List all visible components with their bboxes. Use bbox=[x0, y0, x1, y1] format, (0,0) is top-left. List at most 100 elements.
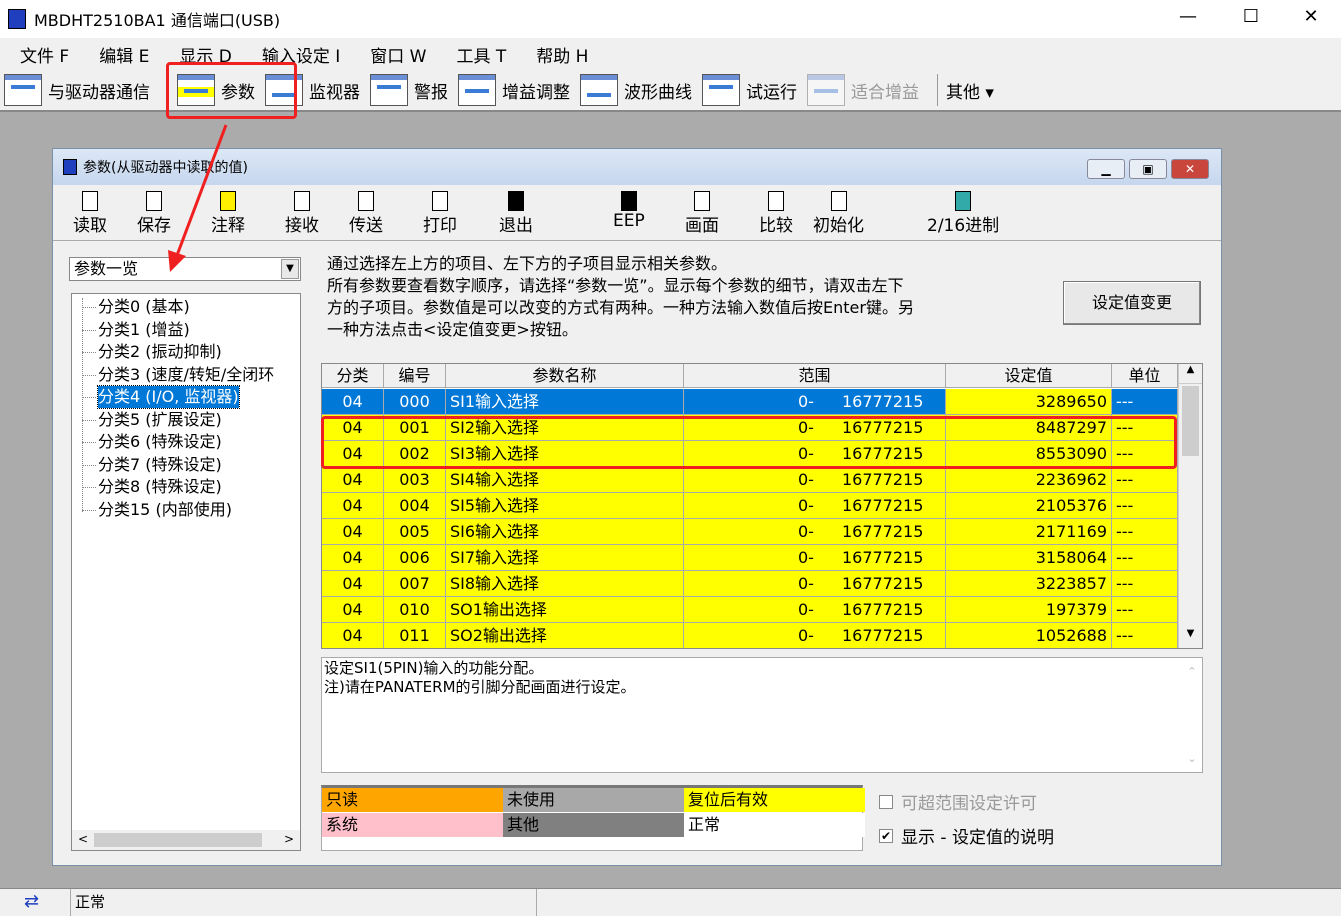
column-header[interactable]: 设定值 bbox=[946, 364, 1112, 388]
toolbar-button-7[interactable]: 适合增益 bbox=[807, 74, 919, 106]
tool-7[interactable]: EEP bbox=[613, 191, 645, 231]
toolbar-button-2[interactable]: 监视器 bbox=[265, 74, 360, 106]
toolbar-button-4[interactable]: 增益调整 bbox=[458, 74, 570, 106]
menu-item[interactable]: 文件 F bbox=[20, 42, 69, 67]
cell-value[interactable]: 3289650 bbox=[946, 389, 1112, 415]
range-max: 16777215 bbox=[841, 522, 924, 541]
chevron-down-icon[interactable]: ▼ bbox=[281, 259, 299, 279]
toolbar-button-1[interactable]: 参数 bbox=[177, 74, 255, 106]
tool-0[interactable]: 读取 bbox=[73, 191, 107, 236]
category-combo[interactable]: 参数一览 ▼ bbox=[69, 257, 301, 281]
close-button[interactable]: ✕ bbox=[1288, 6, 1334, 27]
cell-number: 002 bbox=[384, 441, 446, 467]
child-maximize-button[interactable]: ▣ bbox=[1129, 159, 1167, 179]
tool-icon bbox=[432, 191, 448, 211]
table-row[interactable]: 04 011 SO2输出选择 0- 16777215 1052688 --- bbox=[322, 623, 1178, 648]
tree-item[interactable]: 分类4 (I/O, 监视器) bbox=[97, 385, 240, 409]
column-header[interactable]: 参数名称 bbox=[446, 364, 684, 388]
parameter-detail[interactable]: 设定SI1(5PIN)输入的功能分配。 注)请在PANATERM的引脚分配画面进行… bbox=[321, 657, 1203, 773]
cell-value[interactable]: 2105376 bbox=[946, 493, 1112, 519]
cell-number: 003 bbox=[384, 467, 446, 493]
tool-icon bbox=[294, 191, 310, 211]
tree-item[interactable]: 分类0 (基本) bbox=[98, 296, 190, 318]
column-header[interactable]: 编号 bbox=[384, 364, 446, 388]
table-scrollbar[interactable]: ▲ ▼ bbox=[1178, 364, 1202, 648]
tool-5[interactable]: 打印 bbox=[423, 191, 457, 236]
column-header[interactable]: 范围 bbox=[684, 364, 946, 388]
table-row[interactable]: 04 005 SI6输入选择 0- 16777215 2171169 --- bbox=[322, 519, 1178, 545]
allow-out-of-range-checkbox[interactable]: 可超范围设定许可 bbox=[879, 789, 1037, 814]
maximize-button[interactable]: ☐ bbox=[1228, 6, 1274, 27]
toolbar-button-6[interactable]: 试运行 bbox=[702, 74, 797, 106]
tree-line bbox=[82, 419, 96, 421]
legend-item: 复位后有效 bbox=[684, 788, 865, 812]
tree-item[interactable]: 分类6 (特殊设定) bbox=[98, 431, 222, 453]
tree-item[interactable]: 分类3 (速度/转矩/全闭环 bbox=[98, 364, 274, 386]
tree-item[interactable]: 分类15 (内部使用) bbox=[98, 499, 232, 521]
cell-value[interactable]: 2171169 bbox=[946, 519, 1112, 545]
child-minimize-button[interactable]: ▁ bbox=[1087, 159, 1125, 179]
table-row[interactable]: 04 007 SI8输入选择 0- 16777215 3223857 --- bbox=[322, 571, 1178, 597]
tool-10[interactable]: 初始化 bbox=[813, 191, 864, 236]
table-row[interactable]: 04 000 SI1输入选择 0- 16777215 3289650 --- bbox=[322, 389, 1178, 415]
cell-value[interactable]: 197379 bbox=[946, 597, 1112, 623]
tree-hscroll[interactable]: < > bbox=[72, 830, 300, 850]
tree-item[interactable]: 分类2 (振动抑制) bbox=[98, 341, 222, 363]
menu-item[interactable]: 窗口 W bbox=[370, 42, 426, 67]
scroll-up-icon[interactable]: ▲ bbox=[1179, 364, 1202, 384]
menu-item[interactable]: 输入设定 I bbox=[262, 42, 340, 67]
cell-unit: --- bbox=[1112, 519, 1178, 545]
toolbar-button-5[interactable]: 波形曲线 bbox=[580, 74, 692, 106]
menu-item[interactable]: 工具 T bbox=[456, 42, 506, 67]
cell-value[interactable]: 8487297 bbox=[946, 415, 1112, 441]
cell-value[interactable]: 2236962 bbox=[946, 467, 1112, 493]
cell-category: 04 bbox=[322, 415, 384, 441]
column-header[interactable]: 分类 bbox=[322, 364, 384, 388]
tool-2[interactable]: 注释 bbox=[211, 191, 245, 236]
cell-value[interactable]: 3223857 bbox=[946, 571, 1112, 597]
cell-value[interactable]: 3158064 bbox=[946, 545, 1112, 571]
scroll-down-icon[interactable]: ▼ bbox=[1179, 628, 1202, 648]
cell-number: 007 bbox=[384, 571, 446, 597]
child-close-button[interactable]: ✕ bbox=[1171, 159, 1209, 179]
detail-scrollbar[interactable]: ⌃ ⌄ bbox=[1182, 658, 1202, 772]
range-max: 16777215 bbox=[841, 626, 924, 645]
table-row[interactable]: 04 003 SI4输入选择 0- 16777215 2236962 --- bbox=[322, 467, 1178, 493]
tree-item[interactable]: 分类1 (增益) bbox=[98, 319, 190, 341]
toolbar-button-0[interactable]: 与驱动器通信 bbox=[4, 74, 150, 106]
toolbar-label: 参数 bbox=[221, 82, 255, 103]
toolbar-button-3[interactable]: 警报 bbox=[370, 74, 448, 106]
toolbar-label: 其他 ▾ bbox=[946, 82, 994, 103]
tree-line bbox=[82, 352, 96, 353]
tool-1[interactable]: 保存 bbox=[137, 191, 171, 236]
menu-item[interactable]: 显示 D bbox=[179, 42, 232, 67]
column-header[interactable]: 单位 bbox=[1112, 364, 1178, 388]
category-tree[interactable]: 分类0 (基本) 分类1 (增益) 分类2 (振动抑制) 分类3 (速度/转矩/全闭环… bbox=[71, 293, 301, 851]
change-value-button[interactable]: 设定值变更 bbox=[1063, 281, 1201, 325]
menu-item[interactable]: 帮助 H bbox=[536, 42, 588, 67]
tool-3[interactable]: 接收 bbox=[285, 191, 319, 236]
table-row[interactable]: 04 010 SO1输出选择 0- 16777215 197379 --- bbox=[322, 597, 1178, 623]
tool-11[interactable]: 2/16进制 bbox=[927, 191, 999, 236]
minimize-button[interactable]: — bbox=[1165, 6, 1211, 27]
cell-value[interactable]: 1052688 bbox=[946, 623, 1112, 648]
toolbar-button-8[interactable]: 其他 ▾ bbox=[946, 78, 994, 103]
table-row[interactable]: 04 002 SI3输入选择 0- 16777215 8553090 --- bbox=[322, 441, 1178, 467]
menu-item[interactable]: 编辑 E bbox=[99, 42, 149, 67]
show-description-checkbox[interactable]: ✔ 显示 - 设定值的说明 bbox=[879, 823, 1054, 848]
tree-item[interactable]: 分类7 (特殊设定) bbox=[98, 454, 222, 476]
tree-item[interactable]: 分类8 (特殊设定) bbox=[98, 476, 222, 498]
table-row[interactable]: 04 001 SI2输入选择 0- 16777215 8487297 --- bbox=[322, 415, 1178, 441]
tool-9[interactable]: 比较 bbox=[759, 191, 793, 236]
tree-line bbox=[82, 397, 96, 398]
tool-6[interactable]: 退出 bbox=[499, 191, 533, 236]
tree-item[interactable]: 分类5 (扩展设定) bbox=[98, 409, 222, 431]
tool-label: 比较 bbox=[759, 216, 793, 236]
table-row[interactable]: 04 004 SI5输入选择 0- 16777215 2105376 --- bbox=[322, 493, 1178, 519]
cell-name: SI5输入选择 bbox=[446, 493, 684, 519]
tool-4[interactable]: 传送 bbox=[349, 191, 383, 236]
table-row[interactable]: 04 006 SI7输入选择 0- 16777215 3158064 --- bbox=[322, 545, 1178, 571]
scroll-thumb[interactable] bbox=[1182, 386, 1199, 456]
cell-value[interactable]: 8553090 bbox=[946, 441, 1112, 467]
tool-8[interactable]: 画面 bbox=[685, 191, 719, 236]
